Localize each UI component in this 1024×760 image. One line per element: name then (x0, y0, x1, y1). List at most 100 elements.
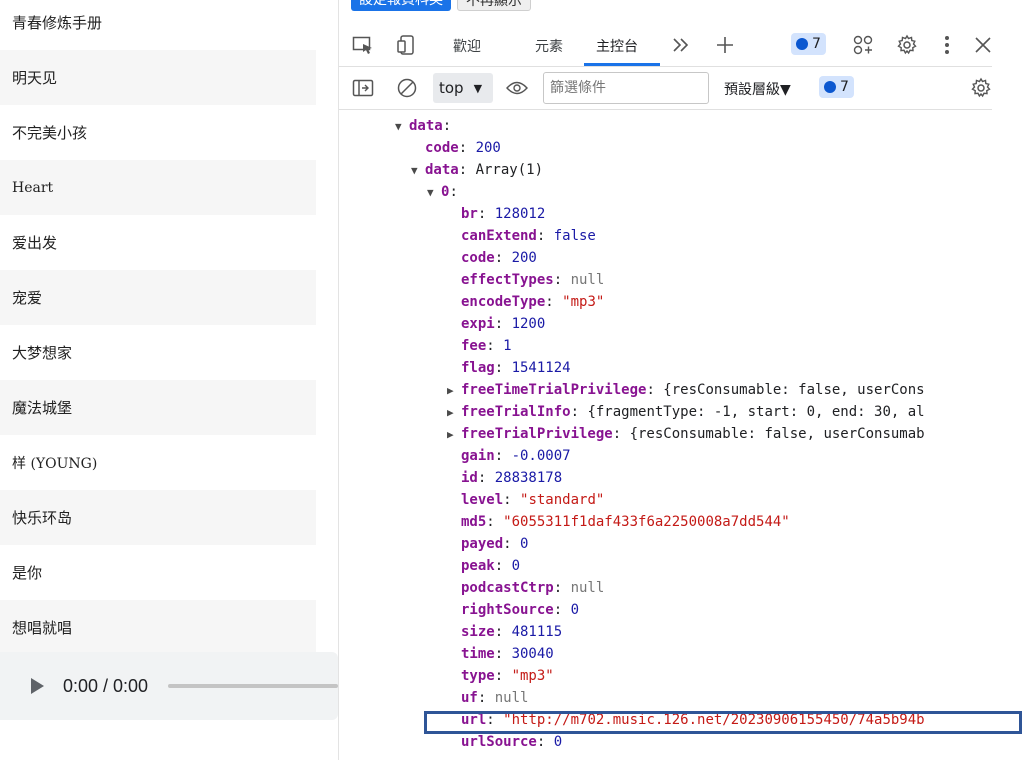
song-item[interactable]: 样 (YOUNG) (0, 435, 316, 490)
log-levels-dropdown[interactable]: 預設層級▼ (724, 79, 791, 99)
property-value: 200 (511, 250, 537, 266)
expanded-triangle-icon[interactable]: ▼ (427, 182, 441, 204)
song-item[interactable]: 快乐环岛 (0, 490, 316, 545)
song-item[interactable]: 想唱就唱 (0, 600, 316, 655)
song-item[interactable]: 大梦想家 (0, 325, 316, 380)
play-icon[interactable] (31, 678, 44, 694)
console-tree-row: effectTypes: null (461, 269, 604, 291)
console-tree-row: expi: 1200 (461, 313, 545, 335)
property-key: level (461, 492, 504, 508)
collapsed-triangle-icon[interactable]: ▶ (447, 402, 461, 424)
property-separator: : (503, 536, 521, 552)
sidebar-toggle-icon[interactable] (351, 76, 375, 100)
message-icon (796, 38, 808, 50)
add-tab-icon[interactable] (713, 33, 737, 57)
devtools-tabbar: 歡迎 元素 主控台 7 (339, 24, 1024, 67)
property-value: 200 (475, 140, 501, 156)
property-separator: : (486, 514, 504, 530)
property-value: "mp3" (511, 668, 554, 684)
primary-page-button[interactable]: 設定報頁科英 (351, 0, 451, 11)
context-selector[interactable]: top ▼ (433, 73, 493, 103)
property-separator: : (494, 624, 512, 640)
more-tabs-icon[interactable] (669, 33, 693, 57)
console-tree-row: payed: 0 (461, 533, 528, 555)
song-item[interactable]: 魔法城堡 (0, 380, 316, 435)
song-item[interactable]: 青春修炼手册 (0, 0, 316, 50)
property-separator: : (494, 316, 512, 332)
inspect-element-icon[interactable] (351, 33, 375, 57)
live-expression-eye-icon[interactable] (505, 76, 529, 100)
console-tree-row[interactable]: ▼ data: (395, 115, 451, 137)
property-separator: : (494, 448, 512, 464)
connections-icon[interactable] (851, 33, 875, 57)
console-tree-row: fee: 1 (461, 335, 512, 357)
console-tree-row[interactable]: ▼ 0: (427, 181, 458, 203)
console-tree-row: id: 28838178 (461, 467, 562, 489)
filter-input[interactable] (543, 72, 709, 104)
console-tree-row: md5: "6055311f1daf433f6a2250008a7dd544" (461, 511, 790, 533)
property-separator: : (553, 272, 571, 288)
collapsed-triangle-icon[interactable]: ▶ (447, 424, 461, 446)
property-key: type (461, 668, 495, 684)
property-value: null (494, 690, 529, 706)
expanded-triangle-icon[interactable]: ▼ (395, 116, 409, 138)
player-progress-track[interactable] (168, 684, 338, 688)
property-value: 128012 (494, 206, 546, 222)
song-item[interactable]: 爱出发 (0, 215, 316, 270)
property-separator: : (646, 382, 664, 398)
console-settings-gear-icon[interactable] (969, 76, 993, 100)
property-key: rightSource (461, 602, 554, 618)
property-key: uf (461, 690, 478, 706)
property-value: "standard" (520, 492, 605, 508)
song-item[interactable]: 明天见 (0, 50, 316, 105)
log-levels-label: 預設層級 (724, 82, 780, 98)
device-toolbar-icon[interactable] (395, 33, 419, 57)
property-key: freeTimeTrialPrivilege (461, 382, 647, 398)
property-separator: : (612, 426, 630, 442)
song-item[interactable]: Heart (0, 160, 316, 215)
property-separator: : (477, 470, 495, 486)
property-value: 0 (553, 734, 563, 750)
tab-elements[interactable]: 元素 (535, 36, 563, 56)
log-levels-caret: ▼ (780, 82, 791, 98)
property-key: urlSource (461, 734, 537, 750)
property-value: null (570, 580, 605, 596)
song-item[interactable]: 不完美小孩 (0, 105, 316, 160)
property-key: code (425, 140, 459, 156)
property-separator: : (477, 690, 495, 706)
console-tree-row: rightSource: 0 (461, 599, 579, 621)
console-tree-row[interactable]: ▶ freeTrialInfo: {fragmentType: -1, start… (447, 401, 925, 423)
property-value: 0 (511, 558, 521, 574)
property-key: id (461, 470, 478, 486)
clear-console-icon[interactable] (395, 76, 419, 100)
property-value: 0 (520, 536, 529, 552)
chevron-down-icon: ▼ (473, 81, 483, 95)
tab-welcome[interactable]: 歡迎 (453, 36, 481, 56)
console-tree-row: size: 481115 (461, 621, 562, 643)
console-tree-row: time: 30040 (461, 643, 554, 665)
property-key: data (409, 118, 443, 134)
property-separator: : (494, 250, 512, 266)
message-count-badge[interactable]: 7 (819, 76, 854, 98)
settings-gear-icon[interactable] (895, 33, 919, 57)
property-key: freeTrialPrivilege (461, 426, 613, 442)
song-item[interactable]: 宠爱 (0, 270, 316, 325)
property-key: code (461, 250, 495, 266)
property-key: fee (461, 338, 487, 354)
property-value: "mp3" (562, 294, 605, 310)
property-value: 0 (570, 602, 580, 618)
more-options-icon[interactable] (935, 33, 959, 57)
property-value: null (570, 272, 605, 288)
property-key: data (425, 162, 459, 178)
secondary-page-button[interactable]: 不再顯示 (457, 0, 531, 11)
console-tree-row: code: 200 (461, 247, 537, 269)
issues-badge[interactable]: 7 (791, 33, 826, 55)
console-tree-row[interactable]: ▼ data: Array(1) (411, 159, 543, 181)
song-item[interactable]: 是你 (0, 545, 316, 600)
tab-console[interactable]: 主控台 (596, 36, 638, 56)
console-tree-row[interactable]: ▶ freeTimeTrialPrivilege: {resConsumable:… (447, 379, 925, 401)
console-tree-row[interactable]: ▶ freeTrialPrivilege: {resConsumable: fal… (447, 423, 925, 445)
console-tree-row: gain: -0.0007 (461, 445, 571, 467)
collapsed-triangle-icon[interactable]: ▶ (447, 380, 461, 402)
expanded-triangle-icon[interactable]: ▼ (411, 160, 425, 182)
